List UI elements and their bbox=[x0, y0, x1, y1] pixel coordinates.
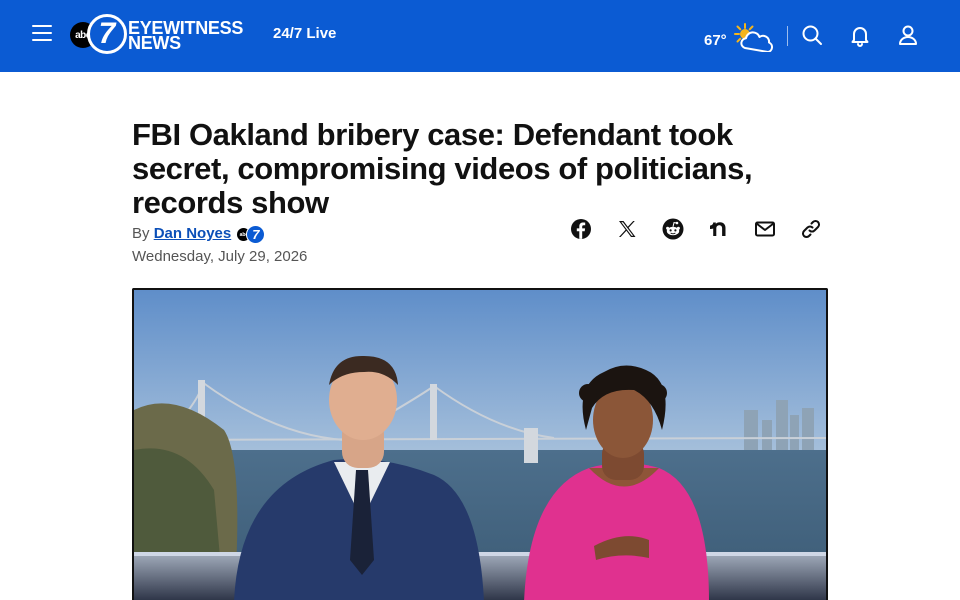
author-station-badge: abc 7 bbox=[237, 224, 266, 244]
badge-seven: 7 bbox=[246, 225, 266, 244]
article-video-player[interactable] bbox=[132, 288, 828, 600]
seven-logo-circle: 7 bbox=[87, 14, 127, 54]
logo-line-2: NEWS bbox=[128, 33, 181, 53]
article-header: FBI Oakland bribery case: Defendant took… bbox=[132, 118, 832, 220]
weather-temperature: 67° bbox=[704, 31, 727, 49]
news-anchors-image bbox=[134, 290, 826, 600]
publish-date: Wednesday, July 29, 2026 bbox=[132, 248, 308, 265]
facebook-icon[interactable] bbox=[569, 217, 593, 241]
top-nav-bar: abc 7 EYEWITNESS NEWS 24/7 Live 67° bbox=[0, 0, 960, 72]
header-divider bbox=[787, 26, 788, 46]
search-icon[interactable] bbox=[800, 23, 824, 47]
live-stream-link[interactable]: 24/7 Live bbox=[273, 25, 336, 42]
weather-widget[interactable]: 67° bbox=[704, 22, 775, 52]
reddit-icon[interactable] bbox=[661, 217, 685, 241]
menu-icon[interactable] bbox=[32, 25, 52, 43]
user-icon[interactable] bbox=[896, 23, 920, 47]
article-headline: FBI Oakland bribery case: Defendant took… bbox=[132, 117, 753, 220]
byline-prefix: By bbox=[132, 224, 150, 242]
byline: By Dan Noyes abc 7 bbox=[132, 224, 266, 244]
eyewitness-news-logo[interactable]: abc 7 EYEWITNESS NEWS bbox=[70, 14, 260, 58]
bell-icon[interactable] bbox=[848, 23, 872, 47]
author-link[interactable]: Dan Noyes bbox=[154, 225, 232, 242]
logo-wordmark: EYEWITNESS NEWS bbox=[128, 19, 243, 53]
partly-cloudy-icon bbox=[733, 23, 773, 52]
abc7-logo-mark: abc 7 bbox=[70, 14, 127, 58]
email-icon[interactable] bbox=[753, 217, 777, 241]
nextdoor-icon[interactable] bbox=[707, 217, 731, 241]
link-icon[interactable] bbox=[799, 217, 823, 241]
x-icon[interactable] bbox=[615, 217, 639, 241]
